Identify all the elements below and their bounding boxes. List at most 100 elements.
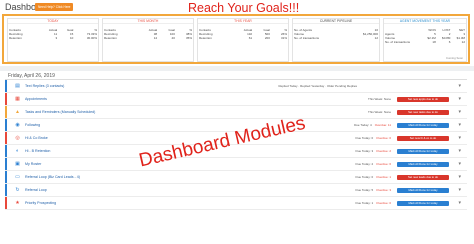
goal-column: TODAY Contacts Actual Goal% Recruiting 11 15 73…: [7, 18, 99, 62]
module-action-button[interactable]: Set new appts due to do: [397, 96, 449, 102]
goal-table-row: Retention 14 40 35%: [103, 36, 193, 40]
handshake-icon: ◐: [15, 148, 20, 154]
chat-icon: ▤: [15, 83, 20, 89]
module-action-button[interactable]: Set new hi & co to do: [397, 135, 449, 141]
calendar-icon: ▦: [15, 96, 20, 102]
module-title[interactable]: Tasks and Reminders (Manually Scheduled): [25, 110, 95, 114]
module-title[interactable]: My Roster: [25, 162, 41, 166]
module-overdue[interactable]: Overdue: 11: [375, 123, 391, 127]
bell-icon: ▲: [15, 109, 20, 115]
module-action-button[interactable]: Mark All Done for today: [397, 122, 449, 128]
module-action-button[interactable]: Set new tasks due to do: [397, 109, 449, 115]
module-row[interactable]: ▲ Tasks and Reminders (Manually Scheduled…: [5, 106, 467, 119]
module-row[interactable]: ↻ Referral Loop Due Today: 5 Overdue: 3 Mark…: [5, 184, 467, 197]
goal-table-row: No. of transactions 12: [293, 36, 379, 40]
goal-table-cell: Retention: [9, 36, 22, 40]
goal-table-cell: No. of transactions: [294, 36, 320, 40]
module-action-button[interactable]: Mark All Done for today: [397, 148, 449, 154]
module-action-button[interactable]: Mark All Done for today: [397, 200, 449, 206]
module-row[interactable]: ▦ Appointments This Week: None Set new appt…: [5, 93, 467, 106]
module-title[interactable]: Hi - B Retention: [25, 149, 50, 153]
module-title[interactable]: Appointments: [25, 97, 47, 101]
goal-table-row: Retention 61 200 31%: [198, 36, 288, 40]
module-title[interactable]: Text Replies (3 contacts): [25, 84, 64, 88]
chevron-down-icon[interactable]: ▾: [458, 96, 461, 102]
chevron-down-icon[interactable]: ▾: [458, 200, 461, 206]
chevron-down-icon[interactable]: ▾: [458, 109, 461, 115]
module-overdue[interactable]: Overdue: 0: [376, 136, 391, 140]
module-due: Due Today: 1 Overdue: 0: [356, 201, 391, 205]
module-due-today: Due Today: 0: [355, 175, 374, 179]
module-due-today: Due Today: 4: [354, 123, 372, 127]
module-action-button[interactable]: Mark All Done for today: [397, 161, 449, 167]
module-action-button[interactable]: Set new leads due to do: [397, 174, 449, 180]
module-accent: [5, 119, 7, 131]
goals-annotation: Reach Your Goals!!!: [188, 1, 300, 15]
module-title[interactable]: Referral Loop (Biz Card Leads - 4): [25, 175, 80, 179]
module-due-today: Due Today: 5: [355, 188, 374, 192]
goal-column-note: Coming Soon: [446, 56, 463, 60]
module-title[interactable]: Hi & Co Broke: [25, 136, 48, 140]
chevron-down-icon[interactable]: ▾: [458, 161, 461, 167]
chevron-down-icon[interactable]: ▾: [458, 174, 461, 180]
module-overdue[interactable]: Overdue: 1: [376, 175, 391, 179]
goal-column-title: AGENT MOVEMENT THIS YEAR: [384, 19, 466, 24]
module-due-today: Due Today: 2: [355, 162, 374, 166]
goal-column-title: THIS YEAR: [198, 19, 288, 24]
module-due-today: Due Today: 3: [355, 149, 374, 153]
goal-table: Contacts Actual Goal% Recruiting 11 15 73.33% R…: [8, 28, 98, 40]
goals-panel: TODAY Contacts Actual Goal% Recruiting 11 15 73…: [2, 14, 470, 64]
module-row[interactable]: ▭ Referral Loop (Biz Card Leads - 4) Due T…: [5, 171, 467, 184]
roster-icon: ▣: [15, 161, 20, 167]
goal-column: THIS MONTH Contacts Actual Goal% Recruiting 3…: [102, 18, 194, 62]
goal-table: Contacts Actual Goal% Recruiting 38 100 38% Ret…: [103, 28, 193, 40]
module-overdue[interactable]: Overdue: 6: [376, 162, 391, 166]
goal-table-cell: 200: [264, 36, 270, 40]
module-title[interactable]: Following: [25, 123, 40, 127]
module-accent: [5, 93, 7, 105]
module-due: Due Today: 0 Overdue: 1: [356, 175, 391, 179]
chevron-down-icon[interactable]: ▾: [458, 187, 461, 193]
help-button[interactable]: Need Help? Click Here: [35, 3, 74, 11]
module-due-today: Due Today: 1: [355, 201, 374, 205]
goal-table-cell: Retention: [104, 36, 117, 40]
module-title[interactable]: Referral Loop: [25, 188, 47, 192]
goal-column: AGENT MOVEMENT THIS YEAR WON LOST NET Agents…: [383, 18, 467, 62]
module-row[interactable]: ▤ Text Replies (3 contacts) Replied Today …: [5, 80, 467, 93]
goal-table: Contacts Actual Goal% Recruiting 132 500 26% Re…: [198, 28, 288, 40]
chevron-down-icon[interactable]: ▾: [458, 83, 461, 89]
module-due: Due Today: 2 Overdue: 6: [356, 162, 391, 166]
module-accent: [5, 158, 7, 170]
module-due-today: Due Today: 0: [355, 136, 374, 140]
goal-table-cell: 6: [448, 40, 451, 44]
goal-table-cell: 31%: [280, 36, 287, 40]
module-accent: [5, 106, 7, 118]
follow-icon: ◉: [15, 122, 20, 128]
goal-table-cell: 61: [248, 36, 253, 40]
module-row[interactable]: ▣ My Roster Due Today: 2 Overdue: 6 Mark All…: [5, 158, 467, 171]
module-action-button[interactable]: Mark All Done for today: [397, 187, 449, 193]
chevron-down-icon[interactable]: ▾: [458, 122, 461, 128]
module-overdue[interactable]: Overdue: 3: [376, 188, 391, 192]
goal-table-row: Retention 3 10 30.00%: [8, 36, 98, 40]
card-icon: ▭: [15, 174, 20, 180]
module-due: Due Today: 0 Overdue: 0: [356, 136, 391, 140]
goal-table: No. of Agents 10 Volume $1,250,000 No. of tr…: [293, 28, 379, 40]
module-due: This Week: None: [368, 110, 391, 114]
module-due: Due Today: 4 Overdue: 11: [354, 123, 391, 127]
goal-column: THIS YEAR Contacts Actual Goal% Recruiting 13…: [197, 18, 289, 62]
goal-table-row: No. of transactions 18 6 12: [384, 40, 466, 44]
module-due-today: This Week: None: [368, 97, 391, 101]
chevron-down-icon[interactable]: ▾: [458, 148, 461, 154]
module-title[interactable]: Priority Prospecting: [25, 201, 56, 205]
top-bar: Dashboard Need Help? Click Here Reach Yo…: [0, 0, 474, 15]
section-divider: [0, 66, 474, 71]
module-due: Due Today: 3 Overdue: 2: [356, 149, 391, 153]
goal-table: WON LOST NET Agents 5 2 3 Volume $2.1M $0.8M $1.3M…: [384, 28, 466, 44]
module-overdue[interactable]: Overdue: 0: [376, 201, 391, 205]
module-message: Replied Today · Replied Yesterday · Olde…: [278, 84, 358, 88]
goal-table-cell: 40: [171, 36, 175, 40]
module-overdue[interactable]: Overdue: 2: [376, 149, 391, 153]
chevron-down-icon[interactable]: ▾: [458, 135, 461, 141]
module-row[interactable]: ★ Priority Prospecting Due Today: 1 Overdue…: [5, 197, 467, 210]
